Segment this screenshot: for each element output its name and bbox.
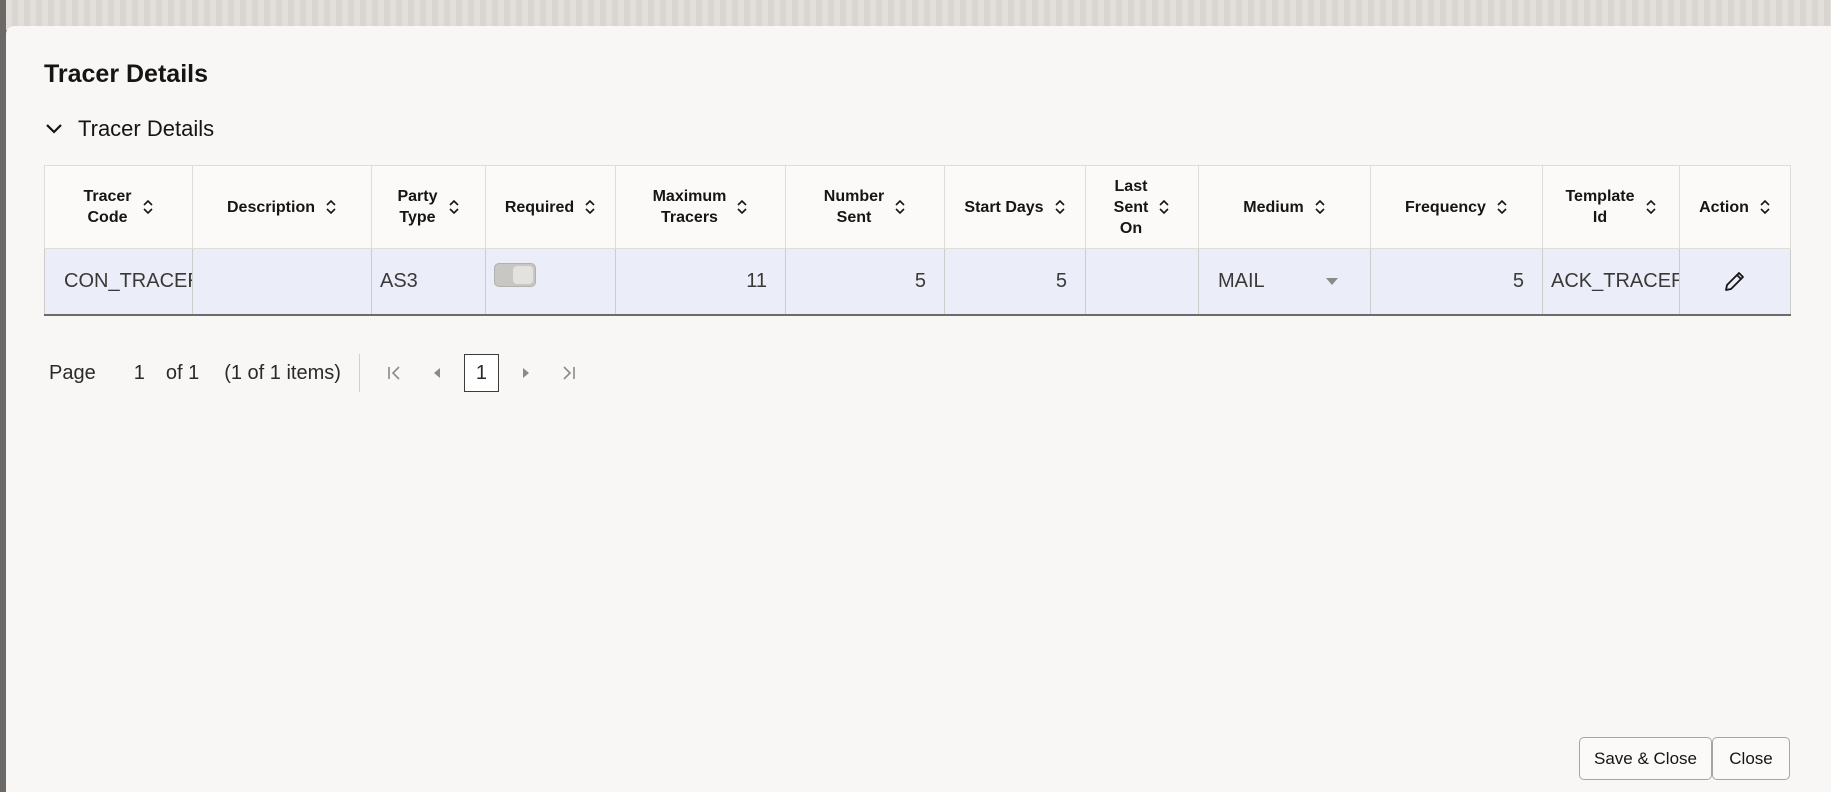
sort-icon[interactable] [1645, 199, 1657, 215]
column-header-template-id[interactable]: Template Id [1542, 165, 1680, 249]
section-toggle[interactable]: Tracer Details [44, 116, 214, 142]
page-items-label: (1 of 1 items) [224, 361, 341, 384]
column-header-label: Start Days [964, 198, 1044, 216]
column-header-action[interactable]: Action [1679, 165, 1791, 249]
column-header-label: Maximum Tracers [652, 188, 727, 226]
column-header-content: Last Sent On [1114, 176, 1171, 239]
cell-frequency[interactable]: 5 [1370, 248, 1543, 316]
cell-last-sent-on[interactable] [1085, 248, 1199, 316]
column-header-tracer-code[interactable]: Tracer Code [44, 165, 193, 249]
caret-down-icon [1326, 277, 1338, 285]
sort-icon[interactable] [325, 199, 337, 215]
cell-template-id[interactable]: ACK_TRACER [1542, 248, 1680, 316]
cell-tracer-code[interactable]: CON_TRACER [44, 248, 193, 316]
save-and-close-button[interactable]: Save & Close [1579, 737, 1712, 780]
pager-divider [358, 354, 360, 392]
sort-icon[interactable] [1759, 199, 1771, 215]
column-header-description[interactable]: Description [192, 165, 372, 249]
cell-number-sent[interactable]: 5 [785, 248, 945, 316]
previous-page-icon[interactable] [422, 358, 452, 388]
column-header-label: Party Type [397, 188, 438, 226]
column-header-content: Number Sent [824, 186, 906, 228]
column-header-content: Start Days [964, 197, 1065, 218]
column-header-content: Maximum Tracers [653, 186, 749, 228]
sort-icon[interactable] [1054, 199, 1066, 215]
tracer-table: Tracer Code Description Party Type Required Ma… [44, 165, 1791, 316]
column-header-content: Description [227, 197, 337, 218]
column-header-label: Frequency [1405, 198, 1486, 216]
pagination-bar: Page 1 of 1 (1 of 1 items) 1 [44, 354, 589, 392]
column-header-label: Template Id [1565, 188, 1635, 226]
last-page-icon[interactable] [553, 358, 583, 388]
chevron-down-icon [46, 124, 62, 134]
column-header-max-tracers[interactable]: Maximum Tracers [615, 165, 786, 249]
column-header-label: Medium [1243, 198, 1304, 216]
sort-icon[interactable] [1314, 199, 1326, 215]
column-header-party-type[interactable]: Party Type [371, 165, 486, 249]
cell-description[interactable] [192, 248, 372, 316]
close-button[interactable]: Close [1712, 737, 1790, 780]
sort-icon[interactable] [1158, 199, 1170, 215]
toggle-knob [513, 265, 533, 284]
column-header-frequency[interactable]: Frequency [1370, 165, 1543, 249]
page-of-label: of 1 [165, 361, 200, 384]
column-header-last-sent-on[interactable]: Last Sent On [1085, 165, 1199, 249]
column-header-content: Party Type [397, 186, 459, 228]
cell-required[interactable] [485, 248, 616, 316]
column-header-label: Tracer Code [83, 188, 132, 226]
column-header-content: Required [505, 197, 596, 218]
first-page-icon[interactable] [380, 358, 410, 388]
column-header-number-sent[interactable]: Number Sent [785, 165, 945, 249]
pencil-icon[interactable] [1723, 269, 1747, 293]
medium-select[interactable]: MAIL [1200, 269, 1370, 293]
column-header-medium[interactable]: Medium [1198, 165, 1371, 249]
sort-icon[interactable] [142, 199, 154, 215]
cell-party-type[interactable]: AS3 [371, 248, 486, 316]
column-header-start-days[interactable]: Start Days [944, 165, 1086, 249]
column-header-content: Tracer Code [83, 186, 153, 228]
column-header-content: Frequency [1405, 197, 1508, 218]
table-header-row: Tracer Code Description Party Type Required Ma… [44, 165, 1791, 249]
page-label: Page [49, 361, 96, 384]
cell-medium[interactable]: MAIL [1198, 248, 1371, 316]
column-header-label: Number Sent [823, 188, 885, 226]
section-title: Tracer Details [78, 116, 215, 141]
sort-icon[interactable] [894, 199, 906, 215]
required-toggle[interactable] [494, 262, 536, 287]
column-header-label: Required [504, 198, 575, 216]
sort-icon[interactable] [1496, 199, 1508, 215]
column-header-content: Template Id [1565, 186, 1656, 228]
sort-icon[interactable] [584, 199, 596, 215]
cell-maximum-tracers[interactable]: 11 [615, 248, 786, 316]
column-header-label: Description [226, 198, 315, 216]
column-header-required[interactable]: Required [485, 165, 616, 249]
dialog-title: Tracer Details [44, 60, 208, 88]
cell-action [1679, 248, 1791, 316]
current-page-button[interactable]: 1 [463, 354, 499, 392]
column-header-label: Last Sent On [1113, 177, 1149, 237]
column-header-label: Action [1699, 198, 1749, 216]
table-row[interactable]: CON_TRACER AS3 11 5 5 MAIL 5 ACK_TRACER [44, 248, 1791, 316]
cell-start-days[interactable]: 5 [944, 248, 1086, 316]
tracer-details-dialog: Tracer Details Tracer Details Tracer Code… [6, 26, 1831, 792]
column-header-content: Action [1699, 197, 1771, 218]
sort-icon[interactable] [448, 199, 460, 215]
medium-value: MAIL [1218, 269, 1265, 292]
page-number-input[interactable]: 1 [134, 362, 145, 385]
next-page-icon[interactable] [511, 358, 541, 388]
sort-icon[interactable] [736, 199, 748, 215]
column-header-content: Medium [1243, 197, 1325, 218]
